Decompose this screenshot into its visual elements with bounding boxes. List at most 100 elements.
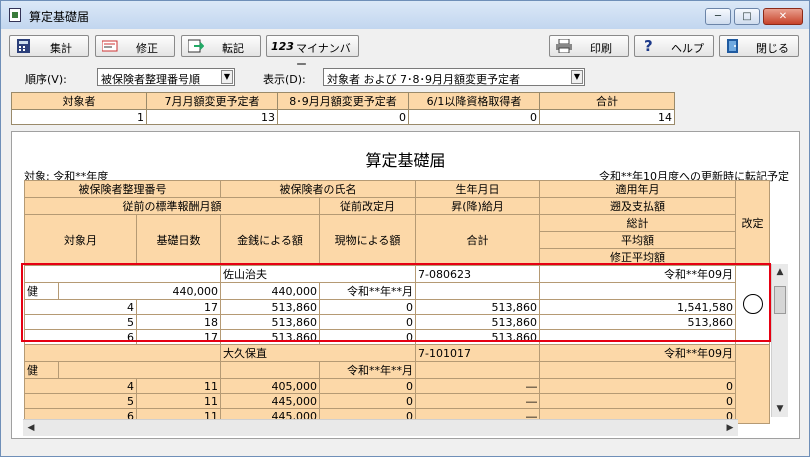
header-birth: 生年月日: [415, 180, 540, 198]
summary-header: 6/1以降資格取得者: [408, 92, 540, 110]
table-row[interactable]: 5 11 445,000 0 ― 0: [24, 393, 770, 409]
display-select[interactable]: 対象者 および 7･8･9月月額変更予定者 ▼: [323, 68, 585, 86]
edit-label: 修正: [136, 42, 158, 55]
mynumber-button[interactable]: 123 マイナンバー: [266, 35, 359, 71]
health-value: [58, 361, 221, 379]
money-cell: 513,860: [220, 329, 320, 345]
average-cell: 513,860: [539, 314, 736, 330]
person-apply: 令和**年09月: [539, 344, 736, 362]
person-birth: 7-101017: [415, 344, 540, 362]
edit-button[interactable]: 修正: [95, 35, 175, 57]
total-cell: ―: [415, 378, 540, 394]
display-label: 表示(D):: [263, 73, 306, 86]
scroll-thumb[interactable]: [774, 286, 786, 314]
horizontal-scrollbar[interactable]: ◀ ▶: [23, 419, 738, 436]
header-average: 平均額: [539, 231, 736, 249]
print-button[interactable]: 印刷: [549, 35, 629, 57]
chevron-down-icon[interactable]: ▼: [221, 70, 233, 84]
days-cell: 17: [136, 299, 221, 315]
vertical-scrollbar[interactable]: ▲ ▼: [771, 264, 788, 417]
summary-value: 13: [146, 109, 278, 125]
month-cell: 5: [24, 314, 137, 330]
table-row[interactable]: 4 11 405,000 0 ― 0: [24, 378, 770, 394]
average-cell: 0: [539, 393, 736, 409]
scroll-down-icon[interactable]: ▼: [772, 401, 788, 417]
month-cell: 4: [24, 378, 137, 394]
table-row[interactable]: 4 17 513,860 0 513,860 1,541,580: [24, 299, 770, 315]
header-retro-pay: 遡及支払額: [539, 197, 736, 215]
total-cell: 513,860: [415, 299, 540, 315]
scroll-right-icon[interactable]: ▶: [722, 420, 738, 436]
total-label: 集計: [50, 42, 72, 55]
summary-header: 7月月額変更予定者: [146, 92, 278, 110]
summary-table: 対象者 7月月額変更予定者 8･9月月額変更予定者 6/1以降資格取得者 合計 …: [11, 92, 675, 125]
summary-value: 1: [11, 109, 147, 125]
header-days: 基礎日数: [136, 214, 221, 266]
money-cell: 513,860: [220, 314, 320, 330]
kaitei-mark[interactable]: [735, 265, 770, 345]
minimize-button[interactable]: ─: [705, 8, 731, 25]
order-label: 順序(V):: [25, 73, 67, 86]
help-button[interactable]: ? ヘルプ: [634, 35, 714, 57]
help-label: ヘルプ: [671, 42, 704, 55]
mynumber-icon: 123: [271, 40, 294, 53]
transfer-button[interactable]: 転記: [181, 35, 261, 57]
total-button[interactable]: 集計: [9, 35, 89, 57]
grand-total-cell: 1,541,580: [539, 299, 736, 315]
header-kaitei: 改定: [735, 180, 770, 266]
close-window-button[interactable]: ✕: [763, 8, 803, 25]
money-cell: 445,000: [220, 393, 320, 409]
pension-value: 440,000: [220, 282, 320, 300]
header-raise-month: 昇(降)給月: [415, 197, 540, 215]
header-insured-number: 被保険者整理番号: [24, 180, 221, 198]
header-insured-name: 被保険者の氏名: [220, 180, 416, 198]
report-grid: 被保険者整理番号 被保険者の氏名 生年月日 適用年月 改定 従前の標準報酬月額 …: [24, 180, 770, 424]
table-row[interactable]: 6 17 513,860 0 513,860: [24, 329, 770, 345]
total-cell: 513,860: [415, 314, 540, 330]
table-row[interactable]: 大久保直 7-101017 令和**年09月: [24, 344, 770, 424]
close-label: 閉じる: [756, 42, 789, 55]
goods-cell: 0: [319, 299, 416, 315]
pension-value: [220, 361, 320, 379]
summary-header: 合計: [539, 92, 675, 110]
display-value: 対象者 および 7･8･9月月額変更予定者: [327, 73, 520, 86]
kaitei-mark[interactable]: [735, 344, 770, 424]
circle-icon: [742, 293, 763, 314]
header-month: 対象月: [24, 214, 137, 266]
app-icon: [9, 8, 21, 22]
door-icon: [727, 39, 738, 53]
total-cell: ―: [415, 393, 540, 409]
table-row[interactable]: 5 18 513,860 0 513,860 513,860: [24, 314, 770, 330]
prev-month: 令和**年**月: [319, 282, 416, 300]
health-value: 440,000: [58, 282, 221, 300]
goods-cell: 0: [319, 378, 416, 394]
days-cell: 17: [136, 329, 221, 345]
edit-icon: [102, 40, 118, 52]
table-row[interactable]: 健 令和**年**月: [24, 361, 770, 379]
chevron-down-icon[interactable]: ▼: [571, 70, 583, 84]
title-bar: 算定基礎届 ─ □ ✕: [1, 1, 809, 29]
summary-value: 14: [539, 109, 675, 125]
table-row[interactable]: 佐山治夫 7-080623 令和**年09月: [24, 265, 770, 345]
prev-month: 令和**年**月: [319, 361, 416, 379]
window-title: 算定基礎届: [29, 10, 90, 24]
goods-cell: 0: [319, 329, 416, 345]
transfer-icon: [188, 39, 204, 53]
person-apply: 令和**年09月: [539, 265, 736, 283]
person-name: 佐山治夫: [220, 265, 416, 283]
days-cell: 11: [136, 378, 221, 394]
close-button[interactable]: 閉じる: [719, 35, 799, 57]
month-cell: 6: [24, 329, 137, 345]
report-preview[interactable]: 算定基礎届 対象: 令和**年度 令和**年10月度への更新時に転記予定 被保険…: [11, 131, 800, 439]
scroll-left-icon[interactable]: ◀: [23, 420, 39, 436]
summary-value: 0: [408, 109, 540, 125]
order-select[interactable]: 被保険者整理番号順 ▼: [97, 68, 235, 86]
summary-value: 0: [277, 109, 409, 125]
table-row[interactable]: 健 440,000 440,000 令和**年**月: [24, 282, 770, 300]
maximize-button[interactable]: □: [734, 8, 760, 25]
goods-cell: 0: [319, 314, 416, 330]
help-icon: ?: [644, 37, 653, 55]
scroll-up-icon[interactable]: ▲: [772, 264, 788, 280]
order-value: 被保険者整理番号順: [101, 73, 200, 86]
toolbar: 集計 修正 転記 123 マイナンバー 印刷 ? ヘルプ 閉じる: [1, 33, 809, 71]
